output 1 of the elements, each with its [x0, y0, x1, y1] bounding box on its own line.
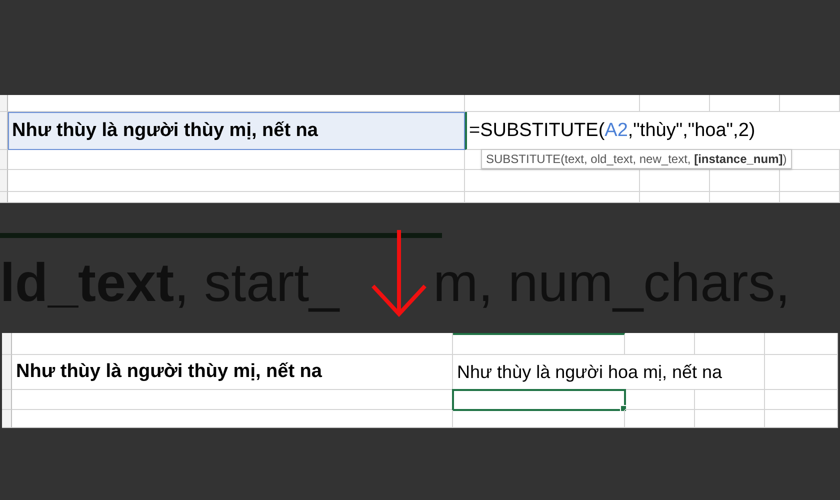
function-tooltip: SUBSTITUTE(text, old_text, new_text, [instance_num]) [481, 149, 792, 169]
